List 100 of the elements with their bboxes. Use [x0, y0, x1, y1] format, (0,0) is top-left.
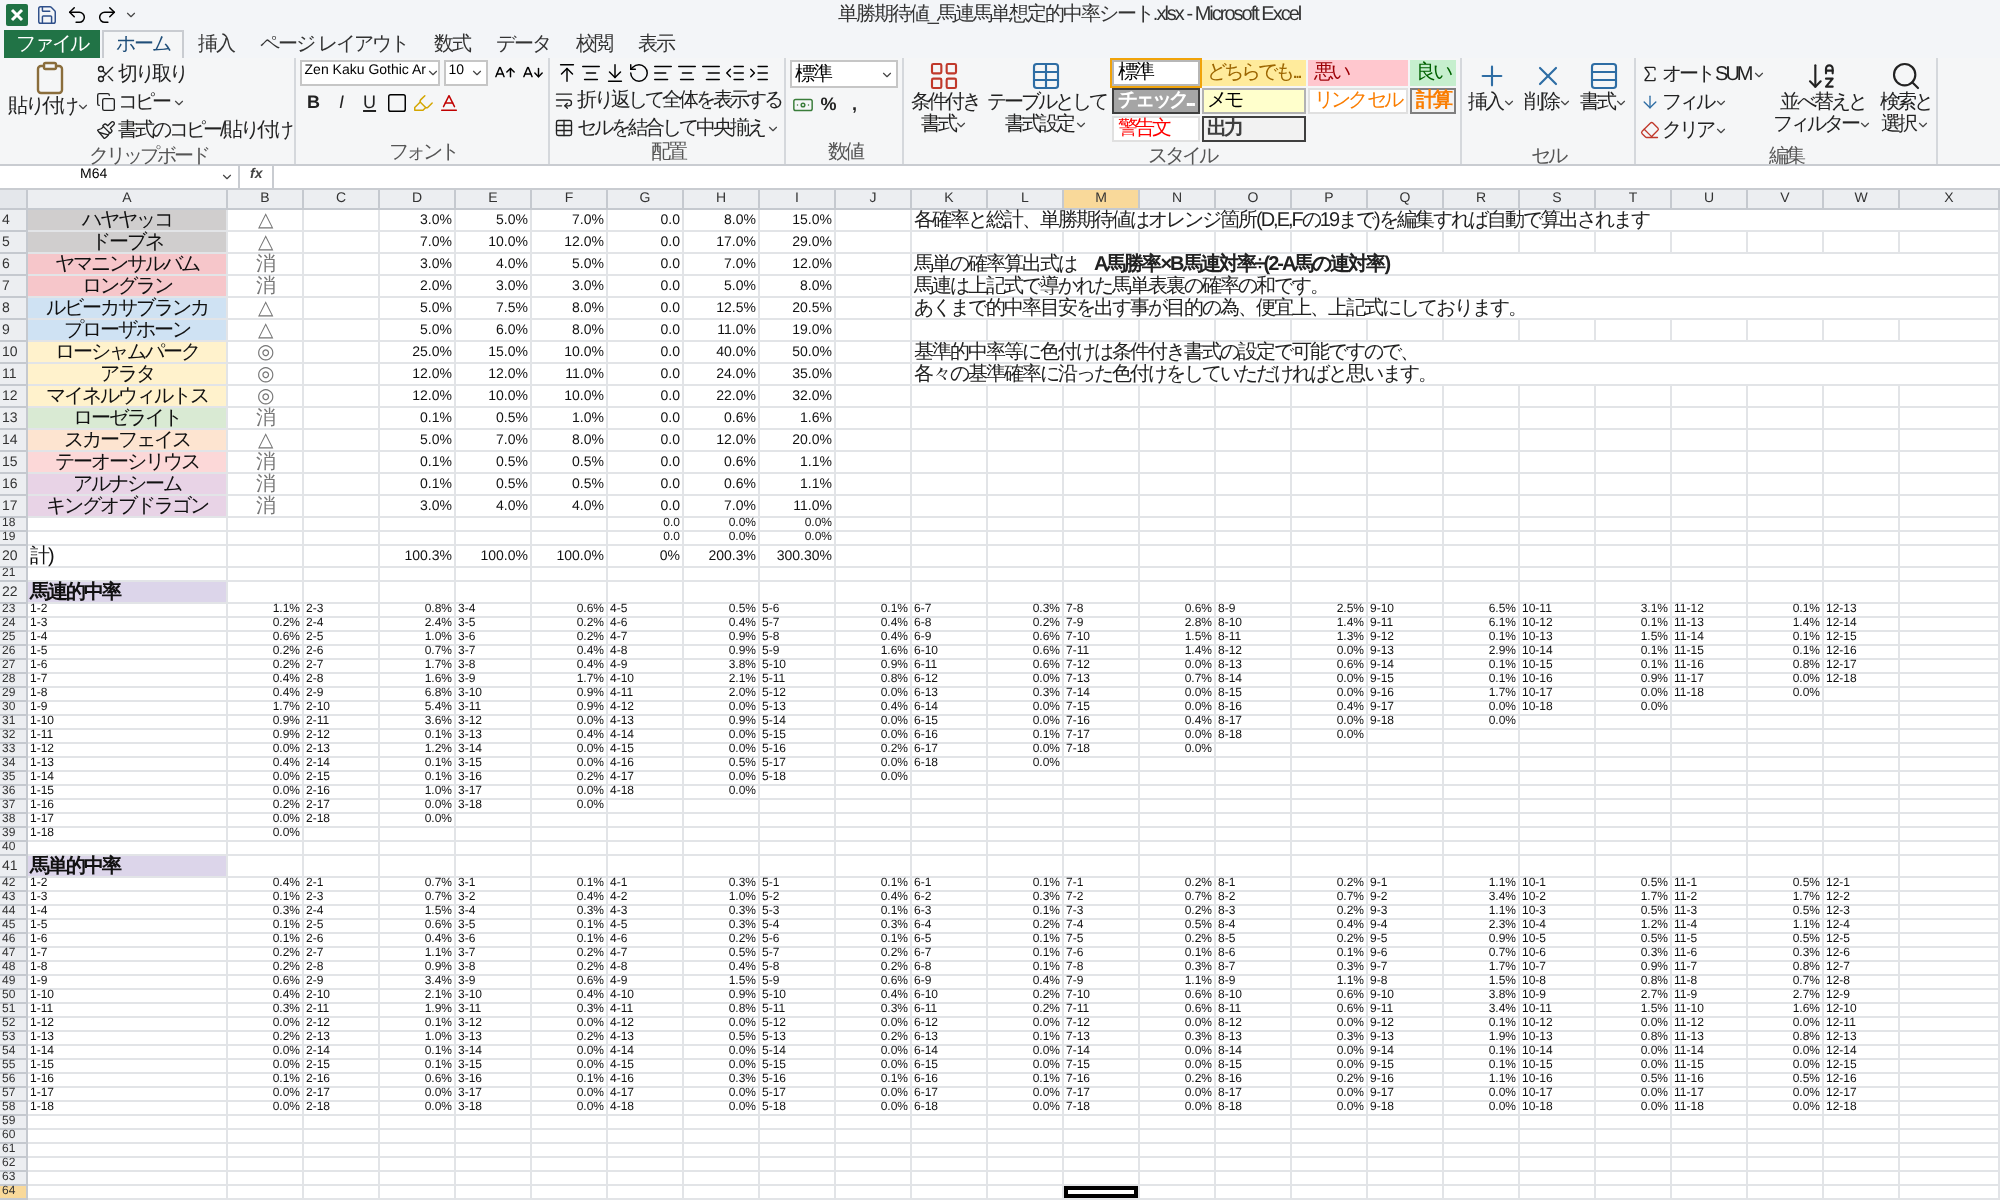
cell-action-button[interactable]: 挿入: [1465, 60, 1518, 146]
horse-name-cell: ローシャムパーク: [28, 342, 228, 364]
align-middle-button[interactable]: [578, 60, 603, 86]
caret-icon: [880, 67, 895, 81]
number-style-button[interactable]: %: [816, 92, 841, 118]
align-middle-icon: [579, 62, 602, 84]
horse-name-cell: ハヤヤッコ: [28, 210, 228, 232]
align-left-icon: [651, 62, 674, 84]
align-left-button[interactable]: [650, 60, 675, 86]
font-color-icon: [437, 92, 460, 114]
align-center-button[interactable]: [674, 60, 699, 86]
format-painter-button[interactable]: 書式のコピー/貼り付け: [96, 116, 291, 144]
horse-name-cell: アラタ: [28, 364, 228, 386]
eraser-icon: [1639, 120, 1660, 140]
indent-increase-button[interactable]: [746, 60, 771, 86]
cell-style-tile[interactable]: 出力: [1201, 116, 1306, 142]
group-label: クリップボード: [86, 146, 210, 168]
ribbon-tab[interactable]: データ: [483, 30, 562, 58]
merge-center-button[interactable]: セルを結合して中央揃え: [554, 114, 781, 142]
caret-icon: [1501, 96, 1516, 110]
window-title: 単勝期待値_馬連馬単想定的中率シート.xlsx - Microsoft Excel: [837, 3, 1301, 25]
clear-button[interactable]: クリア: [1639, 116, 1767, 144]
table-icon: [554, 118, 575, 138]
cell-style-tile[interactable]: メモ: [1201, 88, 1306, 114]
copy-button[interactable]: コピー: [96, 88, 291, 116]
caret-icon: [1752, 67, 1767, 81]
arrow-down-line-button[interactable]: [602, 60, 627, 86]
ribbon-tab[interactable]: ホーム: [102, 30, 184, 58]
scissors-icon: [96, 64, 116, 84]
cell-style-tile[interactable]: 良い: [1409, 60, 1456, 86]
sort-icon: [1806, 60, 1838, 92]
caret-icon: [1915, 118, 1929, 132]
caret-icon: [954, 118, 969, 132]
horse-name-cell: ヤマニンサルバム: [28, 254, 228, 276]
group-label: 編集: [1767, 146, 1806, 168]
cell-action-button[interactable]: 書式: [1577, 60, 1630, 146]
border-button[interactable]: [384, 90, 409, 116]
horse-name-cell: マイネルウィルトス: [28, 386, 228, 408]
note-cell: 馬連は上記式で導かれた馬単表裏の確率の和です。: [912, 276, 2000, 298]
autosum-button[interactable]: オート SUM: [1639, 60, 1767, 88]
cell-style-tile[interactable]: 悪い: [1307, 60, 1408, 86]
mark-cell: ◎: [228, 342, 304, 364]
paste-button[interactable]: 貼り付け: [6, 60, 92, 146]
find-select-button[interactable]: 検索と 選択: [1877, 60, 1933, 146]
cell-action-button[interactable]: 削除: [1521, 60, 1574, 146]
font-style-button[interactable]: I: [328, 90, 355, 116]
ribbon-tab[interactable]: 数式: [421, 30, 482, 58]
group-label: フォント: [386, 142, 459, 164]
indent-decrease-button[interactable]: [722, 60, 747, 86]
caret-icon: [1613, 96, 1628, 110]
arrow-up-line-icon: [555, 62, 578, 84]
font-style-button[interactable]: B: [300, 90, 327, 116]
group-label: 配置: [648, 142, 688, 164]
undo-button[interactable]: [64, 1, 88, 27]
font-style-button[interactable]: U: [356, 90, 383, 116]
font-color-button[interactable]: [436, 90, 461, 116]
align-right-button[interactable]: [698, 60, 723, 86]
arrow-down-icon: [1639, 92, 1660, 112]
rotate-button[interactable]: [626, 60, 651, 86]
cell-style-tile[interactable]: 標準: [1111, 60, 1200, 86]
cut-button[interactable]: 切り取り: [96, 60, 291, 88]
wrap-text-button[interactable]: 折り返して全体を表示する: [554, 86, 781, 114]
grid-icon: [928, 60, 961, 92]
caret-icon: [124, 7, 138, 21]
horse-name-cell: ルビーカサブランカ: [28, 298, 228, 320]
redo-button[interactable]: [94, 1, 118, 27]
caret-icon: [1073, 118, 1088, 132]
horse-name-cell: スカーフェイス: [28, 430, 228, 452]
ribbon-tab[interactable]: 挿入: [186, 30, 246, 58]
ribbon-tab[interactable]: ページ レイアウト: [248, 30, 420, 58]
caret-icon: [1857, 118, 1872, 132]
save-icon: [35, 3, 57, 25]
conditional-format-button[interactable]: 条件付き 書式: [908, 60, 981, 146]
active-cell[interactable]: [1064, 1186, 1140, 1200]
search-icon: [1889, 60, 1921, 92]
indent-decrease-icon: [723, 62, 746, 84]
mark-cell: △: [228, 232, 304, 254]
number-style-button[interactable]: ,: [842, 92, 867, 118]
mark-cell: 消: [228, 452, 304, 474]
ribbon-tab[interactable]: 校閲: [563, 30, 624, 58]
section-title-cell: 馬連的中率: [28, 582, 228, 604]
horse-name-cell: ローゼライト: [28, 408, 228, 430]
table-cell: 計): [28, 546, 228, 568]
mark-cell: ◎: [228, 386, 304, 408]
mark-cell: 消: [228, 254, 304, 276]
sort-filter-button[interactable]: 並べ替えと フィルター: [1770, 60, 1874, 146]
arrow-up-line-button[interactable]: [554, 60, 579, 86]
ribbon-tab[interactable]: 表示: [625, 30, 686, 58]
cell-style-tile[interactable]: どちらでも...: [1201, 60, 1306, 86]
arrow-down-line-icon: [603, 62, 626, 84]
file-tab[interactable]: ファイル: [4, 30, 100, 58]
format-as-table-button[interactable]: テーブルとして 書式設定: [984, 60, 1108, 146]
table-icon: [1030, 60, 1063, 92]
number-format-field[interactable]: 標準: [790, 60, 899, 88]
fill-button[interactable]: フィル: [1639, 88, 1767, 116]
caret-icon: [171, 95, 185, 109]
section-title-cell: 馬単的中率: [28, 856, 228, 878]
caret-icon: [220, 170, 234, 184]
save-button[interactable]: [34, 1, 58, 27]
cell-style-tile[interactable]: 警告文: [1111, 116, 1200, 142]
